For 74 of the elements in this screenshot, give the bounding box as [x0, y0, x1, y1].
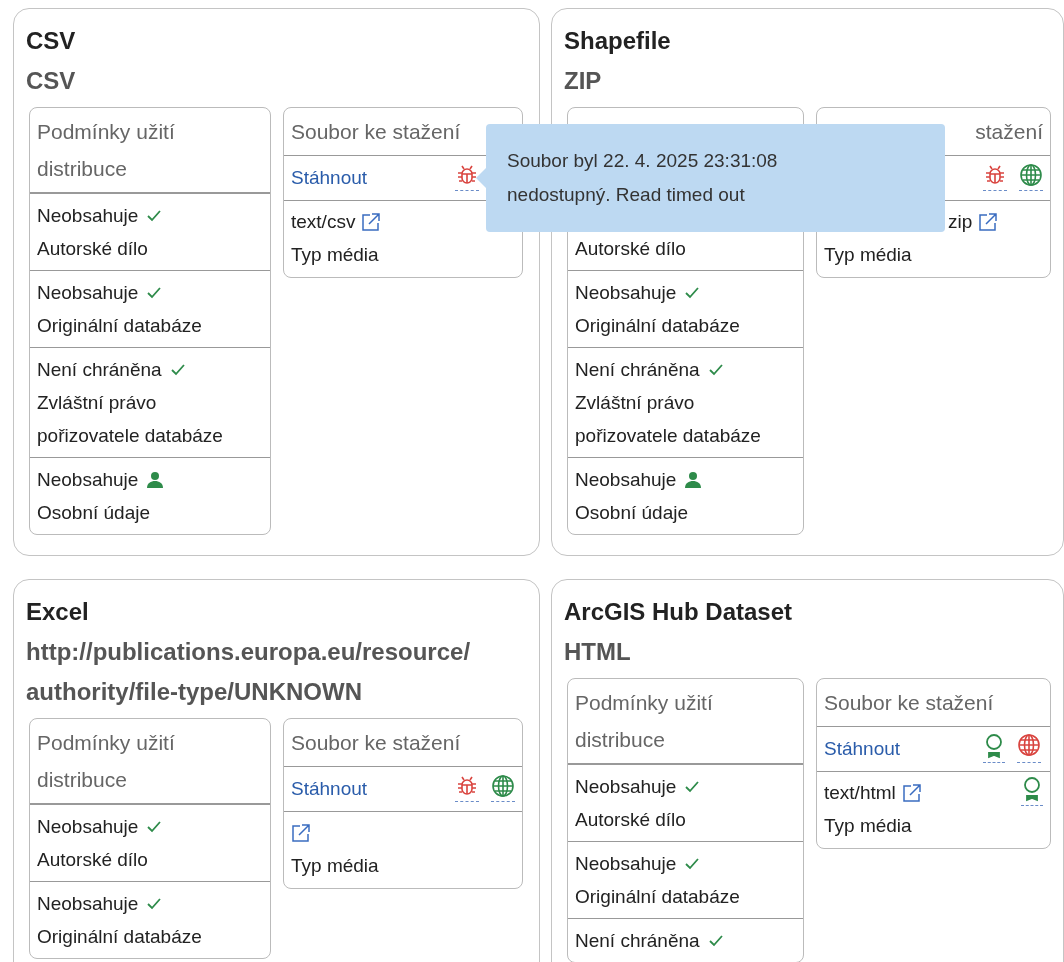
- card-title: CSV: [26, 26, 76, 56]
- person-icon: [684, 470, 703, 489]
- external-link-icon[interactable]: [291, 822, 311, 843]
- condition-value: Neobsahuje: [37, 204, 139, 228]
- panel-heading: Podmínky užití distribuce: [37, 731, 175, 791]
- globe-icon[interactable]: [1017, 733, 1041, 763]
- format-label: ZIP: [564, 66, 602, 96]
- media-type: text/csv: [291, 210, 356, 234]
- external-link-icon[interactable]: [361, 211, 382, 232]
- condition-label: Autorské dílo: [575, 808, 687, 832]
- condition-value: Není chráněna: [575, 929, 700, 953]
- condition-label: Osobní údaje: [37, 501, 152, 525]
- check-icon: [684, 779, 701, 794]
- format-label: http://publications.europa.eu/resource/authority/file-type/UNKNOWN: [26, 637, 472, 707]
- condition-value: Neobsahuje: [37, 815, 139, 839]
- condition-value: Není chráněna: [575, 358, 700, 382]
- panel-heading: Soubor ke stažení: [824, 690, 994, 716]
- condition-label: Originální databáze: [575, 314, 741, 338]
- condition-label: Zvláštní právo pořizovatele databáze: [37, 391, 224, 448]
- condition-value: Není chráněna: [37, 358, 162, 382]
- media-type: zip: [948, 210, 973, 234]
- person-icon: [146, 470, 165, 489]
- panel-heading: stažení: [975, 119, 1043, 145]
- award-ribbon-icon[interactable]: [1021, 776, 1043, 806]
- panel-heading: Podmínky užití distribuce: [575, 691, 713, 751]
- condition-label: Osobní údaje: [575, 501, 690, 525]
- award-ribbon-icon[interactable]: [983, 733, 1005, 763]
- condition-label: Originální databáze: [37, 925, 203, 949]
- card-title: ArcGIS Hub Dataset: [564, 597, 793, 627]
- condition-label: Autorské dílo: [37, 848, 149, 872]
- condition-label: Autorské dílo: [575, 237, 687, 261]
- format-label: CSV: [26, 66, 76, 96]
- check-icon: [707, 933, 724, 948]
- bug-icon[interactable]: [455, 774, 479, 802]
- condition-value: Neobsahuje: [37, 892, 139, 916]
- card-title: Shapefile: [564, 26, 671, 56]
- format-label: HTML: [564, 637, 631, 667]
- check-icon: [146, 819, 163, 834]
- check-icon: [684, 285, 701, 300]
- condition-value: Neobsahuje: [575, 281, 677, 305]
- globe-icon[interactable]: [1019, 163, 1043, 191]
- card-title: Excel: [26, 597, 89, 627]
- media-type: text/html: [824, 781, 896, 805]
- condition-label: Originální databáze: [575, 885, 741, 909]
- check-icon: [146, 285, 163, 300]
- condition-value: Neobsahuje: [575, 468, 677, 492]
- download-link[interactable]: Stáhnout: [824, 731, 901, 765]
- media-type-label: Typ média: [291, 854, 379, 878]
- media-type-label: Typ média: [824, 814, 913, 838]
- condition-value: Neobsahuje: [37, 468, 139, 492]
- external-link-icon[interactable]: [901, 782, 922, 803]
- globe-icon[interactable]: [491, 774, 515, 802]
- condition-value: Neobsahuje: [575, 852, 677, 876]
- panel-heading: Soubor ke stažení: [291, 730, 461, 756]
- panel-heading: Soubor ke stažení: [291, 119, 461, 145]
- condition-value: Neobsahuje: [37, 281, 139, 305]
- check-icon: [684, 856, 701, 871]
- download-link[interactable]: Stáhnout: [291, 160, 368, 194]
- condition-label: Autorské dílo: [37, 237, 149, 261]
- check-icon: [707, 362, 724, 377]
- check-icon: [146, 208, 163, 223]
- panel-heading: Podmínky užití distribuce: [37, 120, 175, 180]
- check-icon: [169, 362, 186, 377]
- check-icon: [146, 896, 163, 911]
- condition-label: Zvláštní právo pořizovatele databáze: [575, 391, 762, 448]
- condition-value: Neobsahuje: [575, 775, 677, 799]
- external-link-icon[interactable]: [978, 211, 999, 232]
- media-type-label: Typ média: [824, 243, 913, 267]
- bug-icon[interactable]: [983, 163, 1007, 191]
- download-link[interactable]: Stáhnout: [291, 771, 368, 805]
- condition-label: Originální databáze: [37, 314, 203, 338]
- tooltip: Soubor byl 22. 4. 2025 23:31:08 nedostupný. Read timed out: [486, 124, 945, 232]
- bug-icon[interactable]: [455, 163, 479, 191]
- media-type-label: Typ média: [291, 243, 380, 267]
